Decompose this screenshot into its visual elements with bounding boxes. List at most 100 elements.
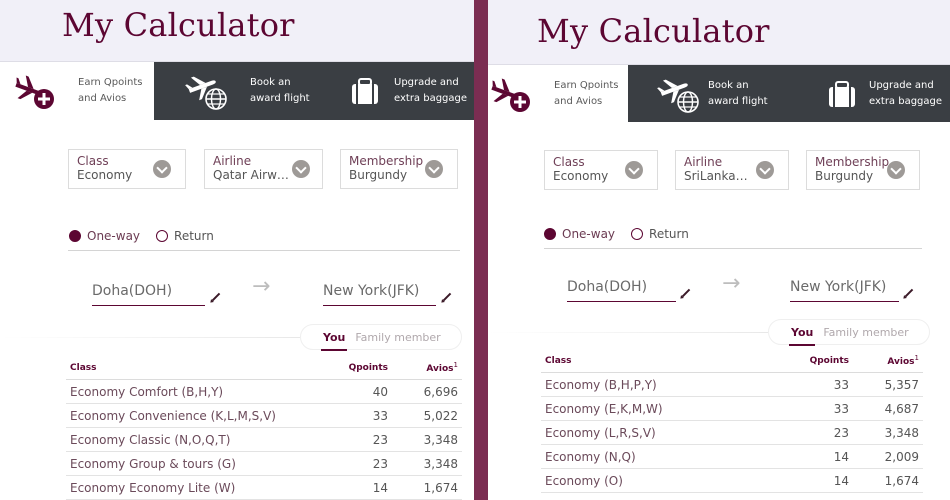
chevron-down-icon [153, 160, 171, 178]
chevron-down-icon [625, 161, 643, 179]
tab-earn-qpoints[interactable]: Earn Qpoints and Avios [0, 62, 154, 120]
trip-type-group: One-way Return [544, 227, 705, 241]
cell-avios: 5,357 [853, 372, 923, 397]
cell-class: Economy Group & tours (G) [66, 451, 332, 476]
radio-label: Return [174, 229, 214, 243]
tab-bar: Earn Qpoints and Avios Book an award fli… [0, 62, 474, 120]
arrow-right-icon: → [722, 271, 741, 296]
radio-label: Return [649, 227, 689, 241]
cell-avios: 1,674 [853, 468, 923, 493]
table-header-row: Class Qpoints Avios1 [66, 357, 462, 380]
toggle-you[interactable]: You [788, 326, 816, 346]
table-row: Economy Classic (N,O,Q,T) 23 3,348 [66, 427, 462, 452]
destination-input[interactable]: New York(JFK) [790, 279, 899, 302]
trip-type-group: One-way Return [69, 229, 230, 243]
cell-class: Economy (O) [541, 468, 793, 493]
col-avios-label: Avios [887, 357, 915, 367]
tab-upgrade-baggage[interactable]: Upgrade and extra baggage [314, 62, 474, 120]
class-select[interactable]: Class Economy [544, 150, 658, 190]
one-way-radio[interactable]: One-way [69, 229, 140, 243]
member-toggle: You Family member [300, 324, 462, 351]
toggle-you[interactable]: You [320, 331, 348, 351]
header-bar: My Calculator [0, 0, 474, 62]
table-header-row: Class Qpoints Avios1 [541, 350, 923, 373]
one-way-radio[interactable]: One-way [544, 227, 615, 241]
class-select[interactable]: Class Economy [68, 149, 186, 189]
divider [68, 250, 460, 251]
chevron-down-icon [756, 161, 774, 179]
tab-upgrade-baggage[interactable]: Upgrade and extra baggage [793, 65, 950, 122]
return-radio[interactable]: Return [631, 227, 689, 241]
origin-input[interactable]: Doha(DOH) [567, 279, 676, 302]
member-toggle: You Family member [768, 319, 930, 346]
earnings-table: Class Qpoints Avios1 Economy Comfort (B,… [66, 357, 462, 500]
earnings-table: Class Qpoints Avios1 Economy (B,H,P,Y) 3… [541, 350, 923, 493]
tab-earn-qpoints[interactable]: Earn Qpoints and Avios [488, 65, 628, 122]
tab-book-award-flight[interactable]: Book an award flight [628, 65, 793, 122]
edit-destination-icon[interactable] [442, 292, 452, 302]
cell-avios: 2,009 [853, 444, 923, 469]
cell-qpoints: 33 [332, 403, 392, 428]
tab-label: Earn Qpoints and Avios [554, 79, 619, 107]
table-row: Economy (L,R,S,V) 23 3,348 [541, 420, 923, 445]
cell-avios: 3,348 [392, 451, 462, 476]
toggle-family-member[interactable]: Family member [355, 331, 440, 344]
col-qpoints: Qpoints [793, 350, 853, 373]
page-title: My Calculator [537, 12, 770, 50]
table-row: Economy Convenience (K,L,M,S,V) 33 5,022 [66, 403, 462, 428]
calculator-panel-qatar: My Calculator Earn Qpoints and Avios Boo… [0, 0, 474, 500]
edit-destination-icon[interactable] [904, 288, 914, 298]
cell-qpoints: 14 [793, 444, 853, 469]
table-row: Economy (O) 14 1,674 [541, 468, 923, 493]
plane-globe-icon [656, 74, 702, 114]
airline-select[interactable]: Airline Qatar Airways [204, 149, 323, 189]
tab-label: Upgrade and extra baggage [394, 77, 468, 104]
tab-label: Upgrade and extra baggage [869, 79, 943, 107]
edit-origin-icon[interactable] [681, 288, 691, 298]
panel-divider [474, 0, 488, 500]
col-class: Class [66, 357, 332, 380]
table-row: Economy (B,H,P,Y) 33 5,357 [541, 372, 923, 397]
tab-book-award-flight[interactable]: Book an award flight [154, 62, 314, 120]
plane-globe-icon [184, 71, 230, 111]
table-row: Economy Comfort (B,H,Y) 40 6,696 [66, 379, 462, 404]
chevron-down-icon [292, 160, 310, 178]
radio-dot [631, 228, 644, 240]
cell-class: Economy Comfort (B,H,Y) [66, 379, 332, 404]
cell-avios: 3,348 [853, 420, 923, 445]
membership-select[interactable]: Membership Burgundy [806, 150, 920, 190]
chevron-down-icon [887, 161, 905, 179]
col-avios-label: Avios [426, 364, 454, 374]
origin-input[interactable]: Doha(DOH) [92, 283, 205, 306]
destination-input[interactable]: New York(JFK) [323, 283, 436, 306]
membership-select[interactable]: Membership Burgundy [340, 149, 458, 189]
radio-dot [156, 230, 169, 242]
section-divider [0, 337, 300, 338]
divider [544, 248, 922, 249]
radio-dot [544, 228, 556, 240]
cell-qpoints: 33 [793, 372, 853, 397]
plane-plus-icon [12, 71, 58, 111]
page-title: My Calculator [62, 6, 295, 44]
edit-origin-icon[interactable] [211, 292, 221, 302]
cell-qpoints: 23 [332, 427, 392, 452]
tab-bar: Earn Qpoints and Avios Book an award fli… [488, 65, 950, 122]
tab-label: Book an award flight [250, 77, 310, 104]
cell-avios: 6,696 [392, 379, 462, 404]
return-radio[interactable]: Return [156, 229, 214, 243]
tab-label: Earn Qpoints and Avios [78, 77, 143, 104]
cell-avios: 4,687 [853, 396, 923, 421]
col-qpoints: Qpoints [332, 357, 392, 380]
table-row: Economy (E,K,M,W) 33 4,687 [541, 396, 923, 421]
table-row: Economy Group & tours (G) 23 3,348 [66, 451, 462, 476]
plane-plus-icon [488, 74, 534, 114]
cell-qpoints: 14 [332, 475, 392, 500]
toggle-family-member[interactable]: Family member [823, 326, 908, 339]
cell-class: Economy (B,H,P,Y) [541, 372, 793, 397]
cell-class: Economy Convenience (K,L,M,S,V) [66, 403, 332, 428]
table-row: Economy (N,Q) 14 2,009 [541, 444, 923, 469]
cell-class: Economy (E,K,M,W) [541, 396, 793, 421]
airline-select[interactable]: Airline SriLankan Ai... [675, 150, 789, 190]
cell-class: Economy (L,R,S,V) [541, 420, 793, 445]
header-bar: My Calculator [488, 0, 950, 65]
